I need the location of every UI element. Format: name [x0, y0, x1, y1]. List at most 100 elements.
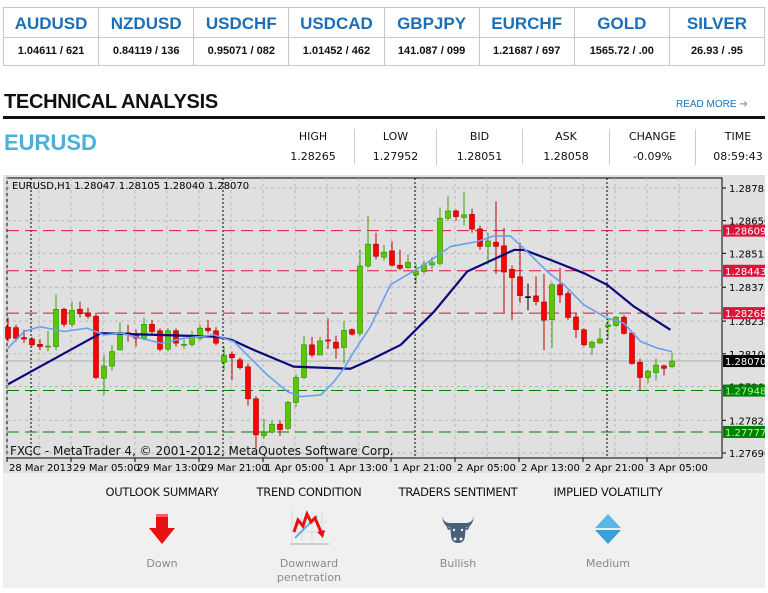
price-label: 1.28268	[725, 309, 765, 320]
y-tick-label: 1.27690	[729, 449, 765, 460]
bear-candle	[85, 312, 91, 317]
bear-candle	[157, 330, 163, 350]
outlook-title: TREND CONDITION	[256, 485, 362, 499]
bull-candle	[485, 240, 491, 247]
ticker-item[interactable]: USDCAD 1.01452 / 462	[289, 8, 385, 65]
bear-candle	[61, 308, 67, 325]
ticker-symbol[interactable]: GOLD	[574, 8, 669, 38]
bear-candle	[325, 339, 331, 342]
ticker-item[interactable]: GBPJPY 141.087 / 099	[384, 8, 480, 65]
ticker-quote: 1565.72 / .00	[589, 45, 654, 57]
price-chart[interactable]: 1.287851.286501.285151.283751.282351.281…	[3, 175, 765, 473]
bear-candle	[453, 210, 459, 217]
x-tick-label: 1 Apr 13:00	[329, 463, 388, 473]
outlook-panel: OUTLOOK SUMMARY Down TREND CONDITION Dow…	[3, 473, 765, 588]
x-tick-label: 28 Mar 2013	[9, 463, 72, 473]
stat-label: HIGH	[298, 130, 328, 143]
bull-candle	[181, 344, 187, 346]
stat-label: TIME	[724, 130, 752, 143]
stat-value: 08:59:43	[713, 150, 763, 163]
bull-candle	[653, 364, 659, 373]
stat-label: CHANGE	[628, 130, 677, 143]
outlook-value: Medium	[586, 557, 630, 570]
stat-value: 1.28058	[543, 150, 589, 163]
bull-candle	[445, 210, 451, 219]
stat-time: TIME 08:59:43	[696, 129, 768, 165]
bear-candle	[501, 245, 507, 273]
ticker-item[interactable]: USDCHF 0.95071 / 082	[194, 8, 290, 65]
outlook-value: Downward penetration	[276, 557, 342, 584]
stat-bid: BID 1.28051	[437, 129, 523, 165]
arrow-right-icon: ➔	[739, 99, 748, 110]
bear-candle	[469, 214, 475, 230]
bear-candle	[173, 330, 179, 344]
bear-candle	[397, 264, 403, 269]
price-label: 1.28070	[725, 357, 765, 368]
x-tick-label: 2 Apr 13:00	[521, 463, 580, 473]
bear-candle	[5, 326, 11, 339]
price-label: 1.28443	[725, 267, 765, 278]
bear-candle	[77, 308, 83, 314]
ticker-item[interactable]: SILVER 26.93 / .95	[669, 8, 764, 65]
ticker-item[interactable]: AUDUSD 1.04611 / 621	[4, 8, 100, 65]
bear-candle	[389, 250, 395, 266]
bull-candle	[45, 345, 51, 348]
outlook-value: Bullish	[439, 557, 477, 570]
bear-candle	[661, 365, 667, 369]
bear-candle	[309, 344, 315, 356]
bull-candle	[109, 351, 115, 367]
trend-chart-icon	[290, 510, 329, 545]
bear-candle	[277, 423, 283, 430]
bull-candle	[69, 309, 75, 325]
bull-candle	[669, 360, 675, 367]
bear-candle	[29, 338, 35, 346]
bear-candle	[565, 293, 571, 318]
ticker-item[interactable]: EURCHF 1.21687 / 697	[479, 8, 575, 65]
stat-value: 1.28051	[456, 150, 503, 163]
candlestick-chart: 1.287851.286501.285151.283751.282351.281…	[5, 177, 765, 473]
bull-icon	[442, 515, 474, 543]
price-label: 1.27948	[725, 387, 765, 398]
ticker-quote: 0.95071 / 082	[207, 45, 275, 57]
bull-candle	[341, 330, 347, 348]
bear-candle	[525, 296, 531, 298]
bull-candle	[645, 370, 651, 378]
diamond-icon	[595, 514, 621, 544]
ticker-symbol[interactable]: NZDUSD	[99, 8, 194, 38]
ticker-symbol[interactable]: USDCHF	[194, 8, 289, 38]
stat-value: 1.28265	[290, 150, 336, 163]
bull-candle	[605, 324, 611, 327]
ticker-symbol[interactable]: SILVER	[669, 8, 764, 38]
bear-candle	[349, 329, 355, 335]
bull-candle	[429, 262, 435, 266]
stat-value: -0.09%	[633, 150, 672, 163]
stat-ask: ASK 1.28058	[523, 129, 610, 165]
stat-low: LOW 1.27952	[355, 129, 437, 165]
ticker-item[interactable]: GOLD 1565.72 / .00	[574, 8, 670, 65]
ticker-quote: 141.087 / 099	[397, 45, 466, 57]
ticker-item[interactable]: NZDUSD 0.84119 / 136	[99, 8, 195, 65]
read-more-link[interactable]: READ MORE ➔	[676, 99, 748, 110]
stat-label: BID	[469, 130, 490, 143]
section-divider	[3, 116, 765, 119]
bull-candle	[549, 284, 555, 320]
y-tick-label: 1.28375	[729, 283, 765, 294]
bull-candle	[221, 355, 227, 363]
bear-candle	[637, 361, 643, 378]
x-tick-label: 3 Apr 05:00	[649, 463, 708, 473]
x-tick-label: 1 Apr 05:00	[265, 463, 324, 473]
bear-candle	[629, 332, 635, 364]
outlook-title: IMPLIED VOLATILITY	[553, 485, 663, 499]
ticker-symbol[interactable]: AUDUSD	[4, 8, 99, 38]
bull-candle	[589, 341, 595, 348]
bear-candle	[13, 327, 19, 339]
outlook-value: Down	[146, 557, 178, 570]
stat-high: HIGH 1.28265	[272, 129, 355, 165]
ticker-symbol[interactable]: USDCAD	[289, 8, 384, 38]
ticker-symbol[interactable]: GBPJPY	[384, 8, 479, 38]
bull-candle	[285, 402, 291, 429]
x-tick-label: 29 Mar 05:00	[73, 463, 140, 473]
bear-candle	[541, 301, 547, 321]
y-tick-label: 1.28515	[729, 249, 765, 260]
ticker-symbol[interactable]: EURCHF	[479, 8, 574, 38]
